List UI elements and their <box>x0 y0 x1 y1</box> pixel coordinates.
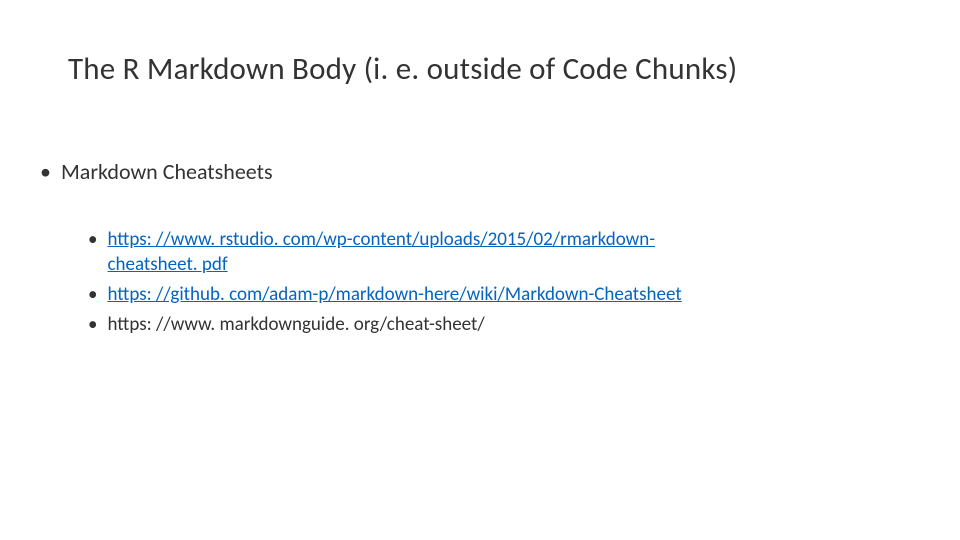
bullet-icon: • <box>88 282 97 308</box>
slide-title: The R Markdown Body (i. e. outside of Co… <box>68 50 920 88</box>
link-text-line1: https: //www. rstudio. com/wp-content/up… <box>107 228 655 251</box>
plain-text: https: //www. markdownguide. org/cheat-s… <box>107 313 484 336</box>
list-item: • https: //www. markdownguide. org/cheat… <box>88 312 920 338</box>
plain-text-item: https: //www. markdownguide. org/cheat-s… <box>107 312 484 338</box>
bullet-icon: • <box>40 158 51 187</box>
section-item: • Markdown Cheatsheets <box>40 158 920 187</box>
link-item[interactable]: https: //www. rstudio. com/wp-content/up… <box>107 227 655 278</box>
slide-container: The R Markdown Body (i. e. outside of Co… <box>0 0 960 381</box>
list-item: • https: //github. com/adam-p/markdown-h… <box>88 282 920 308</box>
bullet-icon: • <box>88 312 97 338</box>
link-text-line2: cheatsheet. pdf <box>107 253 227 276</box>
link-text: https: //github. com/adam-p/markdown-her… <box>107 283 681 306</box>
bullet-icon: • <box>88 227 97 253</box>
link-item[interactable]: https: //github. com/adam-p/markdown-her… <box>107 282 681 308</box>
list-item: • https: //www. rstudio. com/wp-content/… <box>88 227 920 278</box>
links-list: • https: //www. rstudio. com/wp-content/… <box>88 227 920 338</box>
section-heading: Markdown Cheatsheets <box>61 158 273 187</box>
